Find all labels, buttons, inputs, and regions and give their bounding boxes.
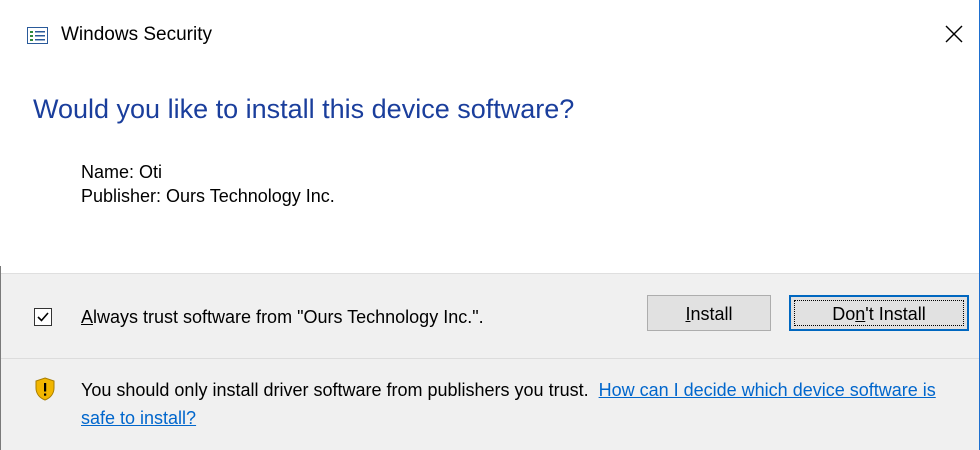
accelerator-key: A [81, 307, 94, 327]
dont-install-button[interactable]: Don't Install [789, 295, 969, 331]
checkmark-icon [37, 312, 49, 322]
close-icon [945, 25, 963, 43]
windows-security-dialog: Windows Security Would you like to insta… [0, 0, 980, 450]
shield-warning-icon [35, 377, 55, 401]
always-trust-checkbox[interactable] [34, 308, 52, 326]
software-name: Name: Oti [81, 162, 163, 182]
always-trust-label[interactable]: Always trust software from "Ours Technol… [81, 305, 484, 329]
window-title: Windows Security [61, 24, 212, 45]
install-button[interactable]: Install [647, 295, 771, 331]
focus-ring [794, 300, 964, 326]
install-button-label: nstall [690, 304, 733, 324]
close-button[interactable] [934, 14, 974, 54]
warning-divider [1, 358, 979, 359]
title-bar[interactable]: Windows Security [0, 0, 979, 70]
dialog-heading: Would you like to install this device so… [33, 94, 575, 124]
security-center-icon [27, 27, 48, 44]
warning-message: You should only install driver software … [81, 376, 951, 432]
software-details: Name: Oti Publisher: Ours Technology Inc… [81, 160, 335, 208]
always-trust-label-text: lways trust software from "Ours Technolo… [93, 307, 484, 327]
software-publisher: Publisher: Ours Technology Inc. [81, 186, 335, 206]
warning-text: You should only install driver software … [81, 380, 589, 400]
